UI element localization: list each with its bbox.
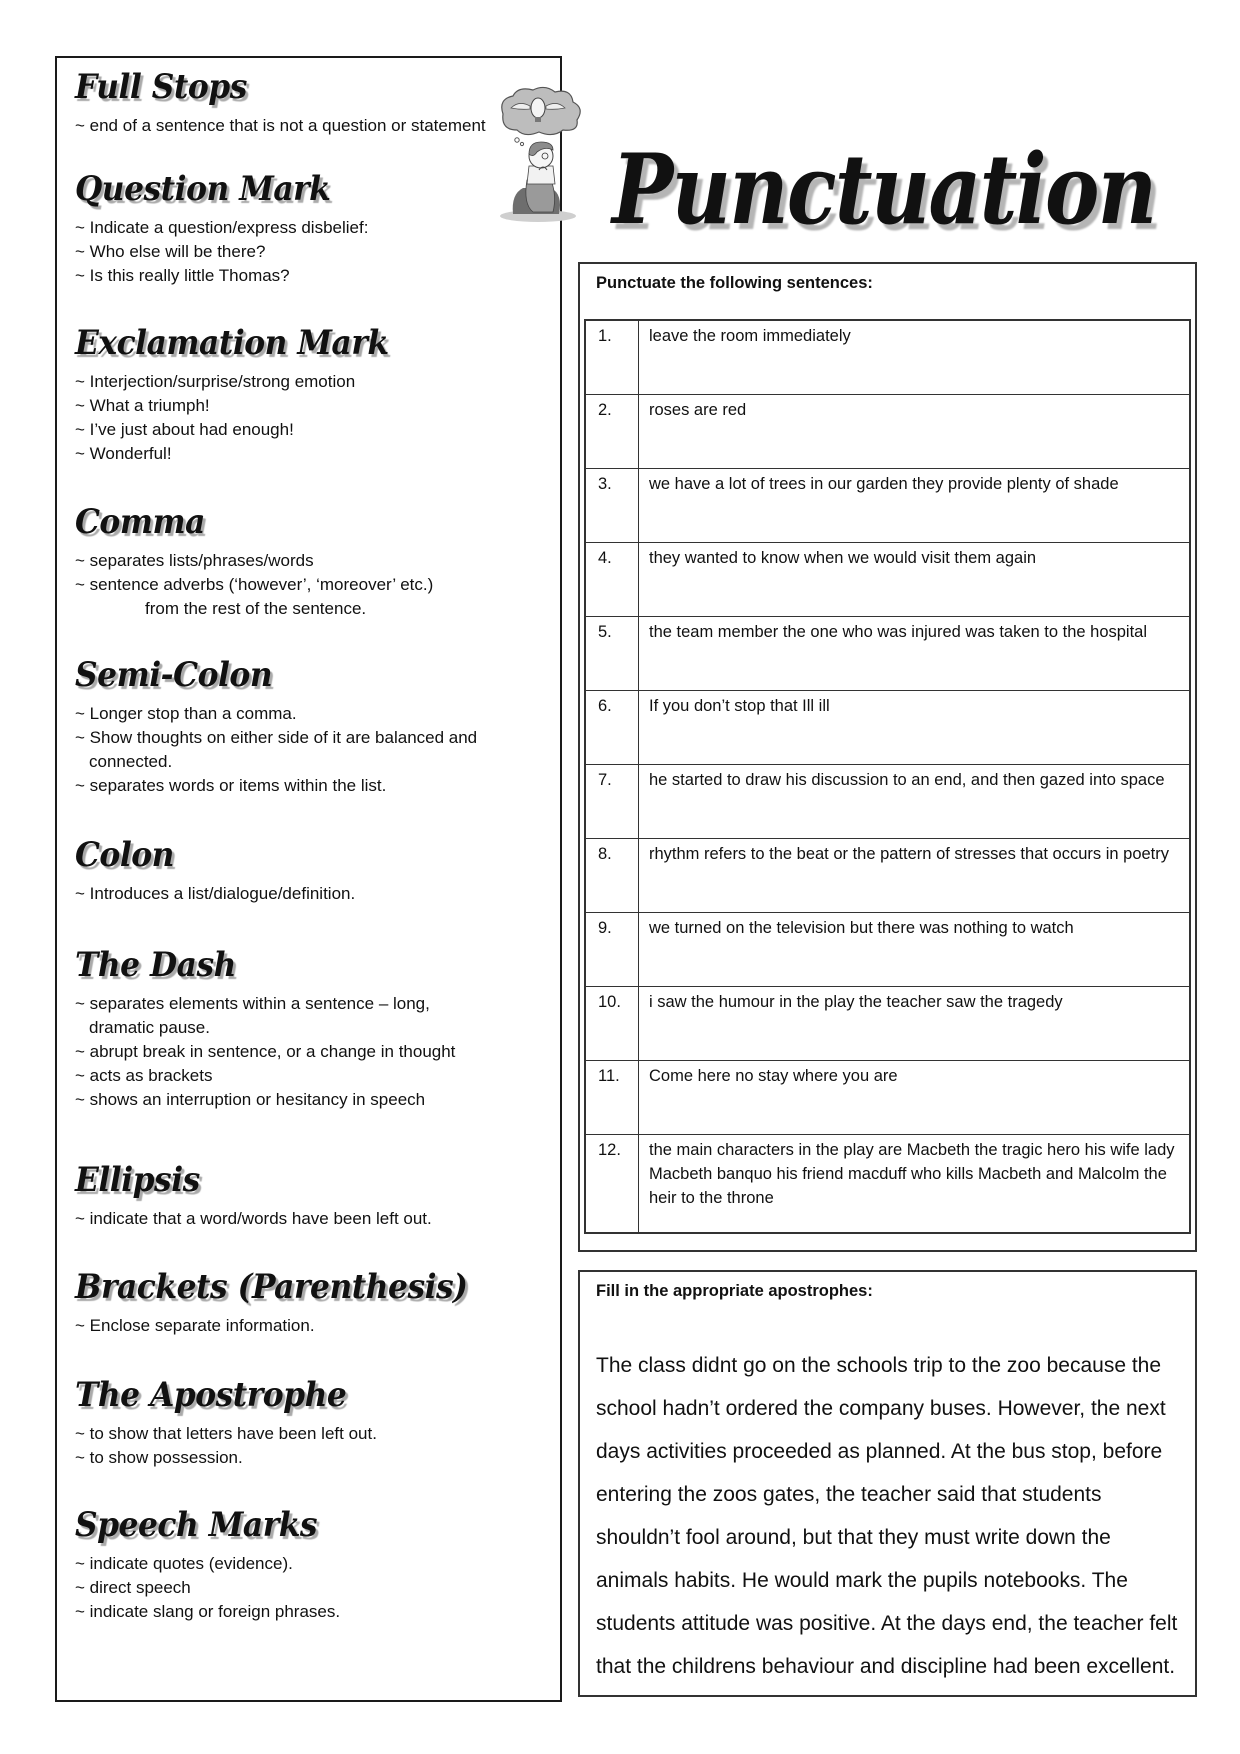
bullet: ~ indicate slang or foreign phrases.	[75, 1602, 341, 1621]
section-speech-marks: Speech Marks ~ indicate quotes (evidence…	[75, 1508, 550, 1624]
table-row: 2. roses are red	[584, 393, 1191, 469]
girl-thinking-lightbulb-illustration	[493, 84, 593, 224]
bullet: ~ Is this really little Thomas?	[75, 266, 290, 285]
question-number: 7.	[584, 763, 639, 839]
bullet: ~ acts as brackets	[75, 1066, 213, 1085]
bullet: ~ separates elements within a sentence –…	[75, 994, 430, 1013]
question-sentence: Come here no stay where you are	[638, 1059, 1191, 1135]
section-colon: Colon ~ Introduces a list/dialogue/defin…	[75, 838, 550, 906]
bullet: ~ indicate that a word/words have been l…	[75, 1209, 432, 1228]
question-number: 1.	[584, 319, 639, 395]
exercise-title: Fill in the appropriate apostrophes:	[596, 1282, 873, 1300]
table-row: 6. If you don’t stop that Ill ill	[584, 689, 1191, 765]
table-row: 8. rhythm refers to the beat or the patte…	[584, 837, 1191, 913]
bullet: ~ Show thoughts on either side of it are…	[75, 728, 478, 747]
section-heading: Comma	[75, 502, 205, 542]
apostrophes-exercise: Fill in the appropriate apostrophes: The…	[578, 1270, 1197, 1697]
section-apostrophe: The Apostrophe ~ to show that letters ha…	[75, 1378, 550, 1470]
section-heading: Semi-Colon	[75, 655, 273, 695]
table-row: 10. i saw the humour in the play the teac…	[584, 985, 1191, 1061]
page-title: Punctuation	[612, 133, 1157, 247]
section-heading: Colon	[75, 835, 174, 875]
section-brackets: Brackets (Parenthesis) ~ Enclose separat…	[75, 1270, 550, 1338]
question-sentence: the team member the one who was injured …	[638, 615, 1191, 691]
bullet: ~ separates lists/phrases/words	[75, 551, 314, 570]
bullet: dramatic pause.	[89, 1018, 210, 1037]
section-full-stops: Full Stops ~ end of a sentence that is n…	[75, 70, 550, 138]
question-number: 4.	[584, 541, 639, 617]
question-sentence: leave the room immediately	[638, 319, 1191, 395]
bullet: ~ I’ve just about had enough!	[75, 420, 294, 439]
question-number: 6.	[584, 689, 639, 765]
bullet: ~ indicate quotes (evidence).	[75, 1554, 293, 1573]
bullet: ~ Enclose separate information.	[75, 1316, 315, 1335]
bullet: ~ to show possession.	[75, 1448, 243, 1467]
bullet: connected.	[89, 752, 173, 771]
table-row: 4. they wanted to know when we would visi…	[584, 541, 1191, 617]
section-heading: The Apostrophe	[75, 1375, 347, 1415]
question-number: 3.	[584, 467, 639, 543]
punctuation-reference-panel: Full Stops ~ end of a sentence that is n…	[55, 56, 562, 1702]
table-row: 9. we turned on the television but there …	[584, 911, 1191, 987]
question-sentence: he started to draw his discussion to an …	[638, 763, 1191, 839]
bullet: ~ Introduces a list/dialogue/definition.	[75, 884, 356, 903]
question-sentence: we turned on the television but there wa…	[638, 911, 1191, 987]
sentences-table: 1. leave the room immediately 2. roses are …	[584, 319, 1191, 1234]
question-sentence: they wanted to know when we would visit …	[638, 541, 1191, 617]
question-number: 8.	[584, 837, 639, 913]
section-heading: Speech Marks	[75, 1505, 318, 1545]
section-heading: Full Stops	[75, 67, 247, 107]
question-number: 11.	[584, 1059, 639, 1135]
question-sentence: the main characters in the play are Macb…	[638, 1133, 1191, 1234]
question-number: 2.	[584, 393, 639, 469]
bullet: ~ What a triumph!	[75, 396, 210, 415]
table-row: 3. we have a lot of trees in our garden t…	[584, 467, 1191, 543]
bullet: ~ to show that letters have been left ou…	[75, 1424, 377, 1443]
bullet: ~ abrupt break in sentence, or a change …	[75, 1042, 456, 1061]
bullet: from the rest of the sentence.	[145, 599, 367, 618]
section-heading: The Dash	[75, 945, 236, 985]
question-sentence: If you don’t stop that Ill ill	[638, 689, 1191, 765]
section-heading: Question Mark	[75, 169, 331, 209]
question-number: 9.	[584, 911, 639, 987]
bullet: ~ Wonderful!	[75, 444, 172, 463]
bullet: ~ shows an interruption or hesitancy in …	[75, 1090, 426, 1109]
bullet: ~ Longer stop than a comma.	[75, 704, 297, 723]
question-number: 12.	[584, 1133, 639, 1234]
bullet: ~ direct speech	[75, 1578, 191, 1597]
section-heading: Ellipsis	[75, 1160, 200, 1200]
section-exclamation-mark: Exclamation Mark ~ Interjection/surprise…	[75, 326, 550, 466]
bullet: ~ Interjection/surprise/strong emotion	[75, 372, 356, 391]
section-semi-colon: Semi-Colon ~ Longer stop than a comma. ~…	[75, 658, 550, 798]
question-number: 10.	[584, 985, 639, 1061]
table-row: 7. he started to draw his discussion to a…	[584, 763, 1191, 839]
table-row: 11. Come here no stay where you are	[584, 1059, 1191, 1135]
question-sentence: rhythm refers to the beat or the pattern…	[638, 837, 1191, 913]
table-row: 1. leave the room immediately	[584, 319, 1191, 395]
bullet: ~ end of a sentence that is not a questi…	[75, 116, 486, 135]
bullet: ~ separates words or items within the li…	[75, 776, 387, 795]
bullet: ~ Indicate a question/express disbelief:	[75, 218, 369, 237]
section-question-mark: Question Mark ~ Indicate a question/expr…	[75, 172, 550, 288]
bullet: ~ Who else will be there?	[75, 242, 266, 261]
question-number: 5.	[584, 615, 639, 691]
table-row: 12. the main characters in the play are M…	[584, 1133, 1191, 1234]
bullet: ~ sentence adverbs (‘however’, ‘moreover…	[75, 575, 434, 594]
section-dash: The Dash ~ separates elements within a s…	[75, 948, 550, 1112]
punctuate-sentences-exercise: Punctuate the following sentences: 1. lea…	[578, 262, 1197, 1252]
question-sentence: roses are red	[638, 393, 1191, 469]
exercise-title: Punctuate the following sentences:	[596, 274, 873, 292]
section-comma: Comma ~ separates lists/phrases/words ~ …	[75, 505, 550, 621]
section-heading: Brackets (Parenthesis)	[75, 1267, 468, 1307]
section-ellipsis: Ellipsis ~ indicate that a word/words ha…	[75, 1163, 550, 1231]
section-heading: Exclamation Mark	[75, 323, 389, 363]
apostrophe-passage: The class didnt go on the schools trip t…	[596, 1354, 1178, 1678]
question-sentence: we have a lot of trees in our garden the…	[638, 467, 1191, 543]
question-sentence: i saw the humour in the play the teacher…	[638, 985, 1191, 1061]
table-row: 5. the team member the one who was injure…	[584, 615, 1191, 691]
